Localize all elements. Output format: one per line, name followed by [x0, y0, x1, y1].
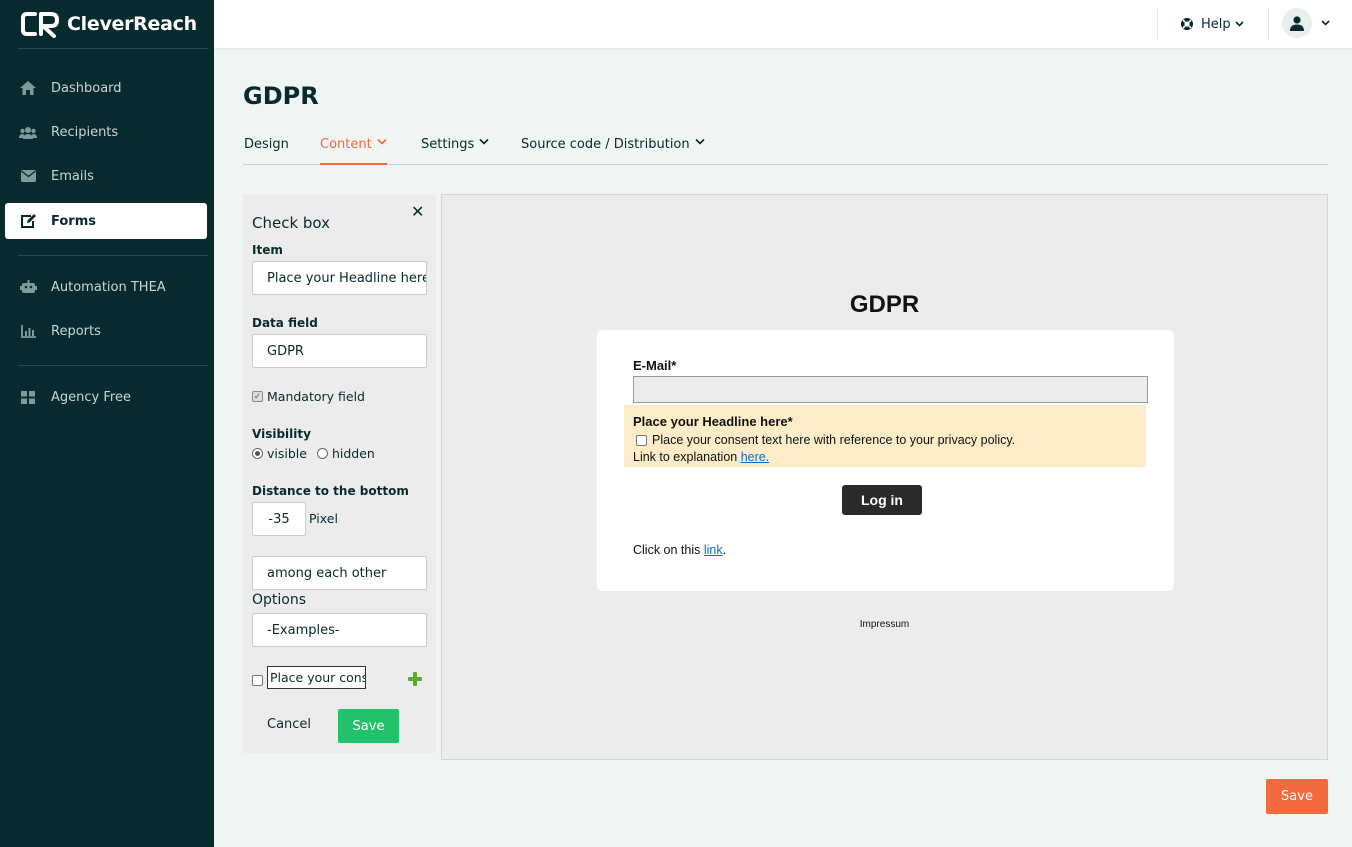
consent-row: Place your consent text here with refere… [636, 433, 1015, 447]
options-examples-select[interactable]: -Examples- [252, 613, 427, 647]
chevron-down-icon [479, 138, 489, 145]
explanation-link[interactable]: here. [741, 450, 770, 464]
sidebar-item-label: Emails [51, 168, 94, 184]
tab-label: Content [320, 137, 372, 152]
sidebar: CleverReach Dashboard Recipients Emails … [0, 0, 214, 847]
preview-title: GDPR [849, 291, 920, 318]
mandatory-label: Mandatory field [267, 389, 365, 404]
hidden-radio[interactable] [316, 448, 328, 459]
chevron-down-icon [1235, 21, 1244, 27]
tab-label: Design [244, 137, 289, 152]
logo-icon [21, 12, 59, 38]
data-field-label: Data field [252, 316, 318, 330]
click-row: Click on this link. [633, 543, 726, 557]
click-link[interactable]: link [704, 543, 723, 557]
sidebar-item-label: Reports [51, 323, 101, 339]
save-form-button[interactable]: Save [1266, 779, 1328, 814]
consent-checkbox[interactable] [636, 434, 647, 446]
tab-label: Settings [421, 137, 475, 152]
panel-title: Check box [252, 214, 331, 232]
consent-block[interactable]: Place your Headline here* Place your con… [624, 405, 1146, 467]
visibility-row: visible hidden [252, 446, 375, 461]
sidebar-divider [18, 48, 208, 49]
impressum-link[interactable]: Impressum [442, 619, 1327, 630]
tab-content[interactable]: Content [320, 137, 387, 165]
chevron-down-icon [695, 138, 705, 145]
chevron-down-icon [1321, 20, 1330, 26]
grid-icon [5, 390, 51, 404]
email-input[interactable] [633, 376, 1148, 403]
sidebar-item-label: Recipients [51, 124, 119, 140]
tab-bar: Design Content Settings Source code / Di… [243, 137, 1328, 165]
sidebar-item-emails[interactable]: Emails [5, 158, 207, 194]
help-menu[interactable]: Help [1180, 13, 1244, 35]
mandatory-row: ✓ Mandatory field [252, 389, 365, 404]
option-checkbox[interactable] [252, 675, 263, 686]
add-option-icon[interactable] [408, 672, 422, 686]
click-text: Click on this [633, 543, 704, 557]
chart-icon [5, 324, 51, 338]
user-menu[interactable] [1282, 8, 1330, 38]
topbar-separator [1268, 8, 1269, 39]
sidebar-item-label: Agency Free [51, 389, 131, 405]
distance-unit: Pixel [309, 511, 338, 526]
logo-text: CleverReach [67, 13, 197, 35]
visibility-label: Visibility [252, 427, 311, 441]
lifebuoy-icon [1181, 18, 1193, 30]
topbar: Help [214, 0, 1352, 48]
tab-source-code-distribution[interactable]: Source code / Distribution [521, 137, 705, 165]
sidebar-item-automation-thea[interactable]: Automation THEA [5, 269, 207, 305]
click-suffix: . [722, 543, 727, 557]
chevron-down-icon [377, 138, 387, 145]
sidebar-item-forms[interactable]: Forms [5, 203, 207, 239]
option-text-input[interactable]: Place your consent text here [267, 666, 366, 689]
avatar [1282, 8, 1312, 38]
arrangement-select[interactable]: among each other [252, 556, 427, 590]
login-button[interactable]: Log in [842, 485, 922, 515]
consent-headline: Place your Headline here* [633, 414, 793, 429]
visible-label: visible [267, 446, 307, 461]
tab-label: Source code / Distribution [521, 137, 690, 152]
item-input[interactable]: Place your Headline here* [252, 261, 427, 295]
sidebar-item-label: Forms [51, 213, 96, 229]
tab-design[interactable]: Design [244, 137, 289, 165]
sidebar-item-label: Dashboard [51, 80, 122, 96]
preview-form-card: E-Mail* Place your Headline here* Place … [597, 330, 1174, 591]
cancel-button[interactable]: Cancel [267, 717, 311, 732]
edit-icon [5, 213, 51, 229]
visible-radio[interactable] [252, 448, 263, 459]
sidebar-item-recipients[interactable]: Recipients [5, 114, 207, 150]
mandatory-checkbox[interactable]: ✓ [252, 391, 263, 402]
sidebar-item-dashboard[interactable]: Dashboard [5, 70, 207, 106]
form-preview: GDPR E-Mail* Place your Headline here* P… [441, 194, 1328, 760]
page-title: GDPR [243, 82, 319, 110]
consent-text: Place your consent text here with refere… [652, 433, 1016, 447]
distance-label: Distance to the bottom [252, 484, 409, 498]
data-field-select[interactable]: GDPR [252, 334, 427, 368]
sidebar-item-label: Automation THEA [51, 279, 166, 295]
tab-settings[interactable]: Settings [421, 137, 489, 165]
save-button[interactable]: Save [338, 709, 399, 743]
sidebar-item-agency-free[interactable]: Agency Free [5, 379, 207, 415]
sidebar-item-reports[interactable]: Reports [5, 313, 207, 349]
checkbox-editor-panel: Check box ✕ Item Place your Headline her… [243, 194, 436, 753]
users-icon [5, 126, 51, 139]
explanation-text: Link to explanation [633, 450, 741, 464]
distance-input[interactable]: -35 [252, 502, 306, 536]
options-label: Options [252, 592, 307, 608]
help-label: Help [1201, 16, 1231, 32]
hidden-label: hidden [331, 446, 375, 461]
user-icon [1290, 15, 1304, 31]
envelope-icon [5, 170, 51, 182]
sidebar-divider [18, 255, 208, 256]
email-label: E-Mail* [633, 358, 677, 373]
item-label: Item [252, 243, 283, 257]
sidebar-divider [18, 365, 208, 366]
robot-icon [5, 280, 51, 294]
close-icon[interactable]: ✕ [411, 202, 424, 221]
topbar-separator [1157, 8, 1158, 39]
cleverreach-logo[interactable]: CleverReach [21, 10, 197, 38]
home-icon [5, 81, 51, 95]
explanation-row: Link to explanation here. [633, 450, 769, 464]
